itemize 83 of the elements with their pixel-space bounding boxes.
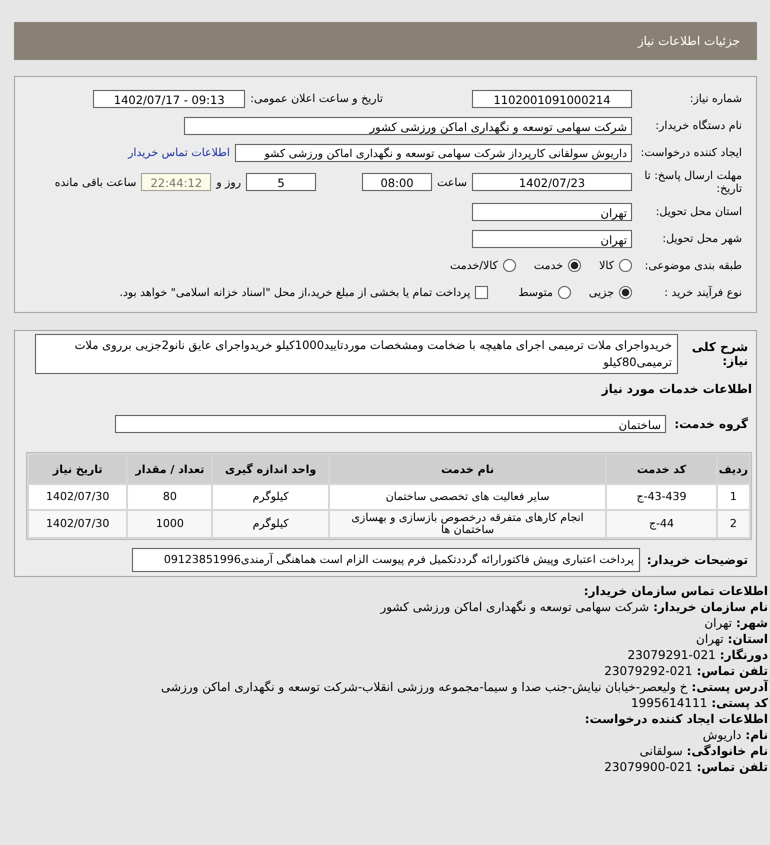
field-label: نام دستگاه خریدار: <box>654 119 743 132</box>
option-label: کالا <box>599 259 614 272</box>
table-cell: 1 <box>718 485 749 509</box>
field-label: طبقه بندی موضوعی: <box>644 259 743 272</box>
table-cell: سایر فعالیت های تخصصی ساختمان <box>330 485 606 509</box>
info-value: داریوش <box>702 727 742 743</box>
text-field[interactable]: 08:00 <box>362 173 432 191</box>
info-label: کد پستی: <box>711 695 768 711</box>
text-field[interactable]: تهران <box>472 202 632 220</box>
radio-button[interactable] <box>558 286 571 299</box>
radio-button[interactable] <box>568 259 582 272</box>
option-label: کالا/خدمت <box>450 259 498 272</box>
section-title: اطلاعات خدمات مورد نیاز <box>600 382 752 396</box>
info-value: شرکت سهامی توسعه و نگهداری اماکن ورزشی کشور <box>380 599 650 615</box>
table-cell: 1402/07/30 <box>29 485 126 509</box>
contact-link[interactable]: اطلاعات تماس خریدار <box>128 146 230 159</box>
field-label: شرح کلی نیاز: <box>690 339 749 368</box>
radio-button[interactable] <box>502 259 516 272</box>
column-header: واحد اندازه گیری <box>213 455 328 483</box>
checkbox-label: پرداخت تمام یا بخشی از مبلغ خرید،از محل "اسناد خزانه اسلامی" خواهد بود. <box>120 286 470 299</box>
option-label: متوسط <box>518 286 553 299</box>
notes-field: پرداخت اعتباری وپیش فاکتورارائه گرددتکمیل فرم پیوست الزام است هماهنگی آرمندی09123851996 <box>132 548 640 572</box>
text-field[interactable]: تهران <box>472 230 632 248</box>
field-label: تاریخ و ساعت اعلان عمومی: <box>250 92 383 105</box>
info-label: تلفن تماس: <box>696 663 768 679</box>
field-label: شماره نیاز: <box>688 92 743 105</box>
info-value: 23079291-021 <box>627 647 716 663</box>
info-value: 1995614111 <box>630 695 708 711</box>
table-cell: 1402/07/30 <box>29 511 126 537</box>
info-label: نام: <box>745 727 768 743</box>
table-cell: 1000 <box>128 511 212 537</box>
countdown-field[interactable]: 22:44:12 <box>141 173 212 191</box>
text-field[interactable]: ساختمان <box>115 414 666 432</box>
radio-button[interactable] <box>619 286 632 299</box>
text-field[interactable]: شرکت سهامی توسعه و نگهداری اماکن ورزشی کشور <box>184 116 632 134</box>
info-value: تهران <box>704 615 732 631</box>
column-header: کد خدمت <box>607 455 716 483</box>
text-field[interactable]: 1402/07/17 - 09:13 <box>93 90 246 108</box>
info-label: استان: <box>728 631 768 647</box>
page-title: جزئیات اطلاعات نیاز <box>638 34 740 48</box>
remaining-label: ساعت باقی مانده <box>54 176 136 188</box>
table-cell: کیلوگرم <box>213 511 328 537</box>
section-heading: اطلاعات ایجاد کننده درخواست: <box>584 711 768 727</box>
info-value: خ ولیعصر-خیابان نیایش-جنب صدا و سیما-مجموعه ورزشی انقلاب-شرکت توسعه و نگهداری اماکن ورزشی <box>160 679 688 695</box>
table-cell: ج-44 <box>607 511 716 537</box>
column-header: نام خدمت <box>330 455 606 483</box>
table-cell: 80 <box>128 485 212 509</box>
table-cell: انجام کارهای متفرقه درخصوص بازسازی و بهسازی ساختمان ها <box>330 511 606 537</box>
radio-button[interactable] <box>619 259 632 272</box>
info-label: نام سازمان خریدار: <box>653 599 768 615</box>
field-label: گروه خدمت: <box>673 416 749 430</box>
info-label: شهر: <box>736 615 768 631</box>
text-field[interactable]: 5 <box>246 173 316 191</box>
description-field: خریدواجرای ملات ترمیمی اجرای ماهیچه با ضخامت ومشخصات موردتایید1000کیلو خریدواجرای عایق نانو2جزیی برروی ملات ترمیمی80کیلو <box>35 334 678 374</box>
option-label: جزیی <box>588 286 614 299</box>
table-cell: ج-43-439 <box>607 485 716 509</box>
info-label: آدرس پستی: <box>692 679 768 695</box>
table-cell: کیلوگرم <box>213 485 328 509</box>
section-heading: اطلاعات تماس سازمان خریدار: <box>582 583 768 599</box>
option-label: خدمت <box>534 259 564 272</box>
info-value: تهران <box>696 631 724 647</box>
text-field[interactable]: 1402/07/23 <box>472 173 632 191</box>
field-label: مهلت ارسال پاسخ: تا تاریخ: <box>643 169 743 195</box>
time-label: ساعت <box>437 176 467 188</box>
column-header: تعداد / مقدار <box>128 455 212 483</box>
text-field[interactable]: داریوش سولقانی کارپرداز شرکت سهامی توسعه و نگهداری اماکن ورزشی کشو <box>235 144 632 162</box>
info-value: سولقانی <box>640 743 683 759</box>
info-label: تلفن تماس: <box>696 759 768 775</box>
table-cell: 2 <box>718 511 749 537</box>
field-label: نوع فرآیند خرید : <box>663 286 743 299</box>
column-header: ردیف <box>718 455 749 483</box>
field-label: استان محل تحویل: <box>654 205 743 218</box>
text-field[interactable]: 1102001091000214 <box>472 90 632 108</box>
field-label: توضیحات خریدار: <box>646 552 749 566</box>
info-value: 23079292-021 <box>604 663 693 679</box>
info-label: دورنگار: <box>720 647 768 663</box>
field-label: شهر محل تحویل: <box>661 232 743 245</box>
days-label: روز و <box>216 176 242 188</box>
field-label: ایجاد کننده درخواست: <box>640 146 743 159</box>
info-value: 23079900-021 <box>604 759 693 775</box>
checkbox[interactable] <box>475 286 488 299</box>
info-label: نام خانوادگی: <box>686 743 768 759</box>
column-header: تاریخ نیاز <box>29 455 126 483</box>
